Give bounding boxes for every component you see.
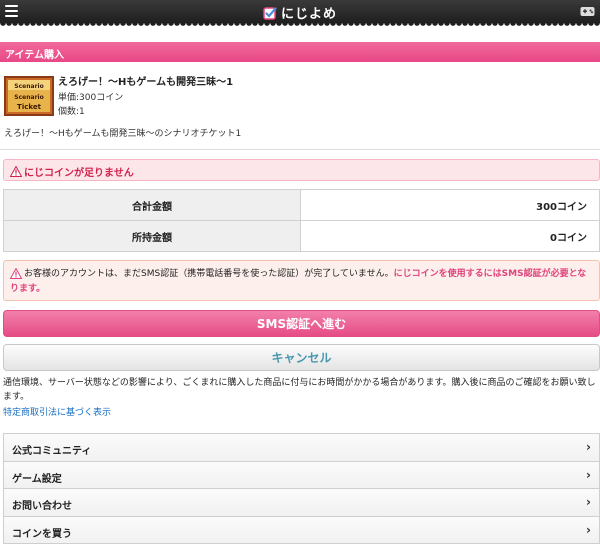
warning-icon — [10, 268, 22, 279]
nav-item-contact[interactable]: お問い合わせ › — [3, 489, 600, 517]
nav-item-label: コインを買う — [12, 528, 72, 540]
sms-auth-notice: お客様のアカウントは、まだSMS認証（携帯電話番号を使った認証）が完了していませ… — [3, 260, 600, 301]
gamepad-icon[interactable] — [580, 5, 595, 17]
chevron-right-icon: › — [586, 522, 591, 537]
table-row: 合計金額 300コイン — [3, 189, 600, 221]
warning-icon — [10, 166, 22, 177]
svg-text:Ticket: Ticket — [17, 103, 42, 111]
sms-auth-button[interactable]: SMS認証へ進む — [3, 310, 600, 337]
divider — [0, 149, 600, 150]
nav-item-label: お問い合わせ — [12, 501, 72, 512]
nav-item-buy-coins[interactable]: コインを買う › — [3, 516, 600, 544]
item-quantity: 個数:1 — [58, 107, 85, 117]
nav-list: 公式コミュニティ › ゲーム設定 › お問い合わせ › コインを買う › — [3, 433, 600, 544]
section-title: アイテム購入 — [0, 42, 600, 62]
nav-item-community[interactable]: 公式コミュニティ › — [3, 434, 600, 462]
item-name: えろげー！～Hもゲームも開発三昧～1 — [58, 77, 234, 88]
header-scallop-edge — [0, 23, 600, 27]
table-row: 所持金額 0コイン — [3, 220, 600, 252]
notice-text: お客様のアカウントは、まだSMS認証（携帯電話番号を使った認証）が完了していませ… — [24, 269, 394, 279]
commercial-law-link[interactable]: 特定商取引法に基づく表示 — [3, 405, 111, 418]
total-amount-label: 合計金額 — [3, 189, 301, 221]
item-price: 単価:300コイン — [58, 93, 124, 103]
nijiyome-logo-icon — [263, 7, 277, 20]
app-title: にじよめ — [280, 7, 337, 22]
scenario-ticket-image: Scenario Scenario Ticket — [4, 76, 54, 116]
error-text: にじコインが足りません — [24, 168, 134, 179]
total-amount-value: 300コイン — [300, 189, 600, 221]
nav-item-label: ゲーム設定 — [12, 473, 62, 485]
chevron-right-icon: › — [586, 440, 591, 454]
summary-table: 合計金額 300コイン 所持金額 0コイン — [3, 189, 600, 252]
error-message-box: にじコインが足りません — [3, 159, 600, 181]
app-brand[interactable]: にじよめ — [0, 3, 600, 22]
chevron-right-icon: › — [586, 467, 591, 482]
chevron-right-icon: › — [586, 495, 591, 509]
top-bar: にじよめ — [0, 0, 600, 23]
balance-value: 0コイン — [300, 220, 600, 252]
svg-text:Scenario: Scenario — [14, 83, 43, 90]
balance-label: 所持金額 — [3, 220, 301, 252]
nav-item-label: 公式コミュニティ — [12, 446, 92, 457]
disclaimer-text: 通信環境、サーバー状態などの影響により、ごくまれに購入した商品に付与にお時間がか… — [3, 378, 596, 402]
item-description: えろげー！～Hもゲームも開発三昧～のシナリオチケット1 — [4, 129, 242, 139]
svg-text:Scenario: Scenario — [14, 94, 43, 101]
cancel-button[interactable]: キャンセル — [3, 344, 600, 371]
nav-item-game-settings[interactable]: ゲーム設定 › — [3, 461, 600, 489]
